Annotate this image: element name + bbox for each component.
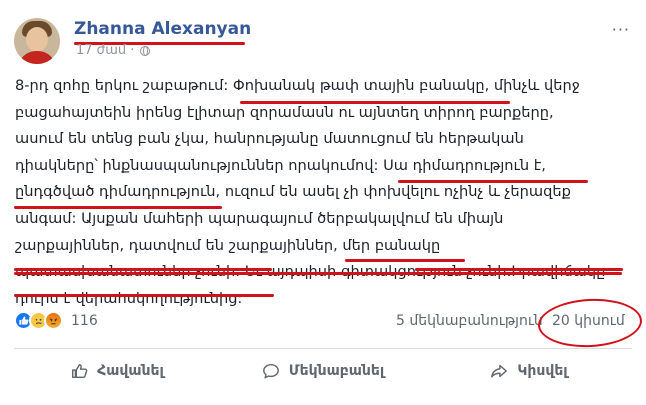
comments-count-link[interactable]: 5 մեկնաբանություն	[396, 313, 544, 329]
annotation-underline	[14, 272, 622, 275]
facebook-post: Zhanna Alexanyan 17 ժամ · ··· 8-րդ զոհը …	[0, 0, 646, 405]
globe-icon	[140, 45, 151, 56]
avatar-shirt	[18, 51, 56, 64]
reaction-count: 116	[71, 312, 98, 329]
comment-button-label: Մեկնաբանել	[288, 363, 385, 379]
post-text-line: դիակները՝ ինքնասպանություններ որակումով:…	[15, 156, 546, 174]
avatar-face	[26, 27, 48, 52]
share-button[interactable]: Կիսվել	[426, 352, 632, 390]
post-text-line: շարքայիններ, դատվում են շարքայիններ, մեր…	[15, 236, 441, 254]
annotation-underline	[14, 206, 222, 209]
action-bar: Հավանել Մեկնաբանել Կիսվել	[14, 352, 632, 390]
post-meta: 17 ժամ ·	[76, 43, 151, 58]
post-text: 8-րդ զոհը երկու շաբաթում: Փոխանակ թափ տա…	[15, 73, 633, 312]
share-icon	[491, 364, 508, 378]
comment-icon	[262, 363, 279, 379]
post-text-line: ասում են տենց բան չկա, հանրությանը մատու…	[15, 130, 524, 148]
comment-button[interactable]: Մեկնաբանել	[220, 352, 426, 390]
annotation-underline	[14, 268, 272, 271]
like-button[interactable]: Հավանել	[14, 352, 220, 390]
thumbs-up-icon	[72, 363, 88, 379]
post-text-line: ընդգծված դիմադրություն, ուզում են ասել չ…	[15, 183, 571, 201]
author-name[interactable]: Zhanna Alexanyan	[74, 19, 251, 39]
post-text-line: դուրս է վերահսկողությունից:	[15, 289, 243, 307]
annotation-underline	[240, 101, 510, 104]
more-options-button[interactable]: ···	[612, 20, 630, 39]
annotation-underline	[415, 268, 623, 271]
share-button-label: Կիսվել	[517, 363, 568, 379]
reactions-summary[interactable]: 116	[14, 311, 98, 330]
like-button-label: Հավանել	[97, 363, 164, 379]
annotation-underline	[14, 294, 274, 297]
avatar[interactable]	[14, 18, 60, 64]
divider	[14, 348, 632, 349]
post-text-line: 8-րդ զոհը երկու շաբաթում: Փոխանակ թափ տա…	[15, 77, 580, 94]
annotation-underline	[345, 259, 465, 262]
post-text-line: անգամ: Այսքան մահերի պարագայում ծերբակալ…	[15, 209, 504, 227]
post-time[interactable]: 17 ժամ ·	[76, 43, 134, 58]
annotation-underline	[398, 180, 588, 183]
angry-reaction-icon	[44, 311, 63, 330]
